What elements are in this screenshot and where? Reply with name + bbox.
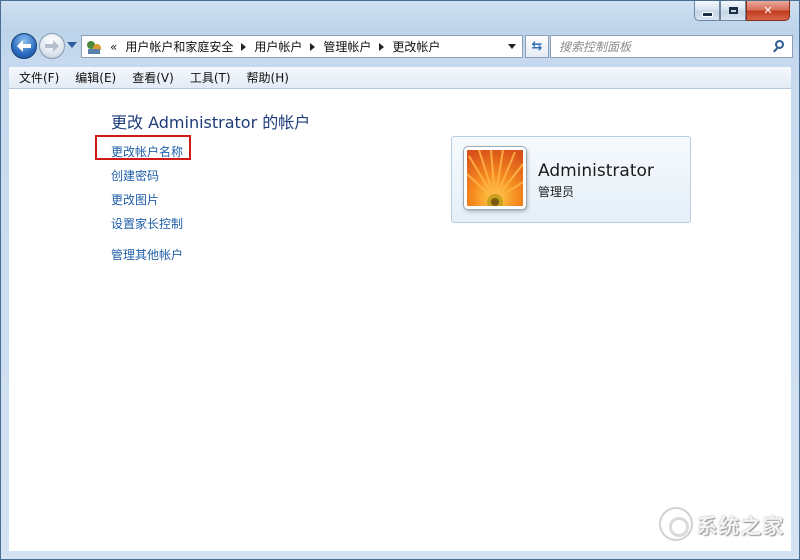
parental-controls-link[interactable]: 设置家长控制 <box>111 215 183 232</box>
breadcrumb-item[interactable]: 管理帐户 <box>323 38 371 55</box>
recent-pages-dropdown-icon[interactable] <box>67 42 77 48</box>
address-bar[interactable]: « 用户帐户和家庭安全 用户帐户 管理帐户 更改帐户 <box>81 35 523 58</box>
menu-help[interactable]: 帮助(H) <box>239 69 297 86</box>
account-card: Administrator 管理员 <box>451 136 691 223</box>
breadcrumb-arrow-icon[interactable] <box>310 42 316 51</box>
content-area: 更改 Administrator 的帐户 更改帐户名称 创建密码 更改图片 设置… <box>9 89 791 551</box>
back-arrow-icon <box>17 40 31 52</box>
user-accounts-icon <box>86 39 104 55</box>
change-account-name-link[interactable]: 更改帐户名称 <box>111 143 183 160</box>
control-panel-window: ✕ « 用户帐户和家庭安全 用户帐户 管理帐户 更改帐户 ⇆ 搜索控制面板 文件… <box>0 0 800 560</box>
breadcrumb-item[interactable]: 用户帐户和家庭安全 <box>125 38 233 55</box>
watermark-logo-icon <box>659 507 693 541</box>
change-picture-link[interactable]: 更改图片 <box>111 191 159 208</box>
breadcrumb-item-current[interactable]: 更改帐户 <box>392 38 440 55</box>
search-box[interactable] <box>550 35 793 58</box>
flower-picture-icon <box>467 150 523 206</box>
watermark-text: 系统之家 <box>697 513 785 538</box>
avatar <box>464 147 526 209</box>
page-title: 更改 Administrator 的帐户 <box>111 113 311 132</box>
minimize-icon <box>701 11 713 17</box>
back-button[interactable] <box>11 33 37 59</box>
menu-tools[interactable]: 工具(T) <box>182 69 239 86</box>
breadcrumb-overflow[interactable]: « <box>110 40 117 54</box>
maximize-button[interactable] <box>720 1 746 21</box>
search-icon[interactable] <box>772 39 786 54</box>
close-button[interactable]: ✕ <box>746 1 790 21</box>
menu-bar: 文件(F) 编辑(E) 查看(V) 工具(T) 帮助(H) <box>9 67 791 89</box>
breadcrumb-item[interactable]: 用户帐户 <box>254 38 302 55</box>
refresh-icon: ⇆ <box>531 39 543 54</box>
account-role: 管理员 <box>538 185 575 199</box>
menu-view[interactable]: 查看(V) <box>124 69 182 86</box>
breadcrumb-arrow-icon[interactable] <box>379 42 385 51</box>
refresh-button[interactable]: ⇆ <box>525 35 549 58</box>
manage-other-accounts-link[interactable]: 管理其他帐户 <box>111 246 183 263</box>
create-password-link[interactable]: 创建密码 <box>111 167 159 184</box>
close-icon: ✕ <box>763 4 773 17</box>
menu-edit[interactable]: 编辑(E) <box>67 69 124 86</box>
breadcrumb-arrow-icon[interactable] <box>241 42 247 51</box>
search-input[interactable] <box>559 39 772 54</box>
address-dropdown-icon[interactable] <box>508 44 516 49</box>
forward-arrow-icon <box>45 40 59 52</box>
watermark: 系统之家 <box>617 503 785 545</box>
maximize-icon <box>728 7 738 14</box>
menu-file[interactable]: 文件(F) <box>9 69 67 86</box>
minimize-button[interactable] <box>694 1 720 21</box>
forward-button[interactable] <box>39 33 65 59</box>
caption-buttons: ✕ <box>694 1 790 21</box>
navigation-bar: « 用户帐户和家庭安全 用户帐户 管理帐户 更改帐户 ⇆ <box>9 33 793 59</box>
account-name: Administrator <box>538 161 654 181</box>
